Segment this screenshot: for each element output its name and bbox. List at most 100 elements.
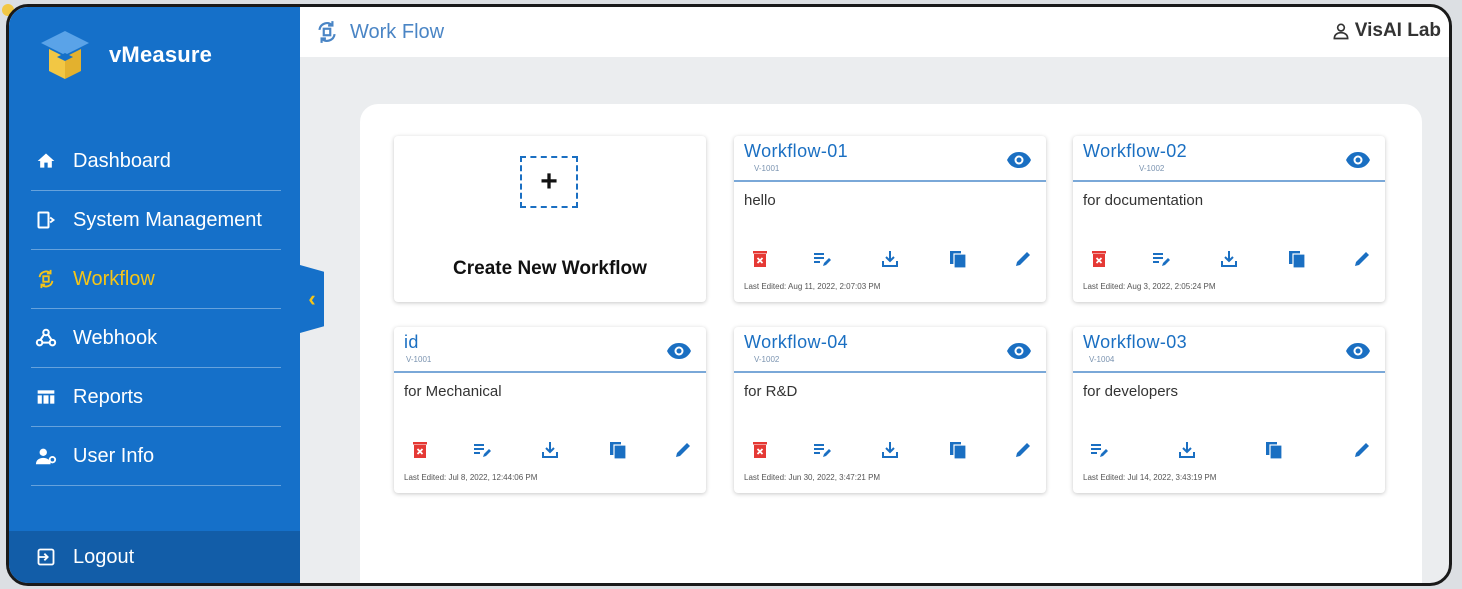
view-eye-icon[interactable]: [1345, 342, 1371, 360]
workflow-icon: [35, 268, 57, 290]
copy-icon[interactable]: [1264, 440, 1284, 460]
workflow-actions: [1073, 249, 1385, 271]
workflow-title[interactable]: Workflow-01: [744, 141, 848, 162]
workflow-actions: [1073, 440, 1385, 462]
workflow-actions: [394, 440, 706, 462]
edit-pencil-icon[interactable]: [1013, 249, 1033, 269]
view-eye-icon[interactable]: [1006, 151, 1032, 169]
workflow-panel: + Create New Workflow Workflow-01 V-1001…: [360, 104, 1422, 583]
workflow-card-header: Workflow-03 V-1004: [1073, 327, 1385, 373]
user-menu[interactable]: VisAI Lab: [1331, 20, 1441, 42]
user-name: VisAI Lab: [1354, 20, 1441, 41]
download-icon[interactable]: [1177, 440, 1197, 460]
last-edited-text: Last Edited: Aug 11, 2022, 2:07:03 PM: [744, 282, 881, 291]
workflow-version: V-1002: [1139, 164, 1165, 173]
sidebar-collapse-button[interactable]: ‹: [300, 265, 324, 333]
last-edited-text: Last Edited: Jun 30, 2022, 3:47:21 PM: [744, 473, 881, 482]
workflow-description: for developers: [1083, 383, 1179, 400]
delete-icon[interactable]: [750, 440, 770, 460]
sidebar-item-dashboard[interactable]: Dashboard: [31, 132, 281, 191]
notes-edit-icon[interactable]: [472, 440, 492, 460]
home-icon: [35, 150, 57, 172]
sidebar-item-label: Dashboard: [73, 149, 171, 172]
last-edited-text: Last Edited: Jul 14, 2022, 3:43:19 PM: [1083, 473, 1217, 482]
workflow-description: for Mechanical: [404, 383, 502, 400]
delete-icon[interactable]: [410, 440, 430, 460]
webhook-icon: [35, 327, 57, 349]
reports-icon: [35, 386, 57, 408]
edit-pencil-icon[interactable]: [1013, 440, 1033, 460]
brand[interactable]: vMeasure: [37, 27, 212, 83]
workflow-title[interactable]: Workflow-02: [1083, 141, 1187, 162]
workflow-actions: [734, 249, 1046, 271]
download-icon[interactable]: [540, 440, 560, 460]
copy-icon[interactable]: [608, 440, 628, 460]
view-eye-icon[interactable]: [666, 342, 692, 360]
sidebar-item-label: Webhook: [73, 326, 158, 349]
system-management-icon: [35, 209, 57, 231]
download-icon[interactable]: [1219, 249, 1239, 269]
delete-icon[interactable]: [1089, 249, 1109, 269]
logout-button[interactable]: Logout: [9, 531, 300, 583]
workflow-title[interactable]: Workflow-04: [744, 332, 848, 353]
notes-edit-icon[interactable]: [812, 249, 832, 269]
last-edited-text: Last Edited: Jul 8, 2022, 12:44:06 PM: [404, 473, 538, 482]
chevron-left-icon: ‹: [308, 286, 316, 311]
sidebar-item-label: User Info: [73, 444, 155, 467]
workflow-card-header: Workflow-01 V-1001: [734, 136, 1046, 182]
app-window: vMeasure Dashboard System Management Wor…: [6, 4, 1452, 586]
logout-label: Logout: [73, 545, 135, 568]
create-workflow-card[interactable]: + Create New Workflow: [394, 136, 706, 302]
download-icon[interactable]: [880, 249, 900, 269]
vmeasure-logo-icon: [41, 31, 89, 79]
workflow-card: Workflow-01 V-1001 hello Last Edited: Au…: [734, 136, 1046, 302]
workflow-version: V-1001: [754, 164, 780, 173]
page-title: Work Flow: [314, 19, 444, 45]
workflow-card-header: Workflow-02 V-1002: [1073, 136, 1385, 182]
sidebar-item-user-info[interactable]: User Info: [31, 427, 281, 486]
app-name: vMeasure: [109, 42, 213, 67]
logout-icon: [35, 546, 57, 568]
copy-icon[interactable]: [948, 249, 968, 269]
sidebar-nav: Dashboard System Management Workflow Web…: [31, 132, 281, 486]
create-workflow-label: Create New Workflow: [453, 258, 647, 279]
workflow-card: id V-1001 for Mechanical Last Edited: Ju…: [394, 327, 706, 493]
sidebar-item-label: Workflow: [73, 267, 155, 290]
workflow-version: V-1001: [406, 355, 432, 364]
sidebar-item-workflow[interactable]: Workflow: [31, 250, 281, 309]
workflow-card: Workflow-02 V-1002 for documentation Las…: [1073, 136, 1385, 302]
download-icon[interactable]: [880, 440, 900, 460]
sidebar-item-system-management[interactable]: System Management: [31, 191, 281, 250]
copy-icon[interactable]: [948, 440, 968, 460]
workflow-version: V-1004: [1089, 355, 1115, 364]
sidebar-item-label: System Management: [73, 208, 262, 231]
workflow-description: hello: [744, 192, 776, 209]
sidebar-item-reports[interactable]: Reports: [31, 368, 281, 427]
edit-pencil-icon[interactable]: [1352, 440, 1372, 460]
user-icon: [1333, 23, 1349, 40]
workflow-title[interactable]: id: [404, 332, 419, 353]
last-edited-text: Last Edited: Aug 3, 2022, 2:05:24 PM: [1083, 282, 1216, 291]
delete-icon[interactable]: [750, 249, 770, 269]
workflow-description: for R&D: [744, 383, 798, 400]
view-eye-icon[interactable]: [1345, 151, 1371, 169]
view-eye-icon[interactable]: [1006, 342, 1032, 360]
workflow-card: Workflow-04 V-1002 for R&D Last Edited: …: [734, 327, 1046, 493]
workflow-description: for documentation: [1083, 192, 1204, 209]
sidebar-item-label: Reports: [73, 385, 144, 408]
topbar: Work Flow VisAI Lab: [300, 7, 1449, 57]
workflow-version: V-1002: [754, 355, 780, 364]
notes-edit-icon[interactable]: [1151, 249, 1171, 269]
workflow-icon: [318, 21, 336, 43]
notes-edit-icon[interactable]: [1089, 440, 1109, 460]
workflow-title[interactable]: Workflow-03: [1083, 332, 1187, 353]
notes-edit-icon[interactable]: [812, 440, 832, 460]
copy-icon[interactable]: [1287, 249, 1307, 269]
user-info-icon: [35, 445, 57, 467]
plus-icon: +: [520, 156, 578, 208]
edit-pencil-icon[interactable]: [1352, 249, 1372, 269]
workflow-card-header: Workflow-04 V-1002: [734, 327, 1046, 373]
workflow-card-header: id V-1001: [394, 327, 706, 373]
edit-pencil-icon[interactable]: [673, 440, 693, 460]
sidebar-item-webhook[interactable]: Webhook: [31, 309, 281, 368]
